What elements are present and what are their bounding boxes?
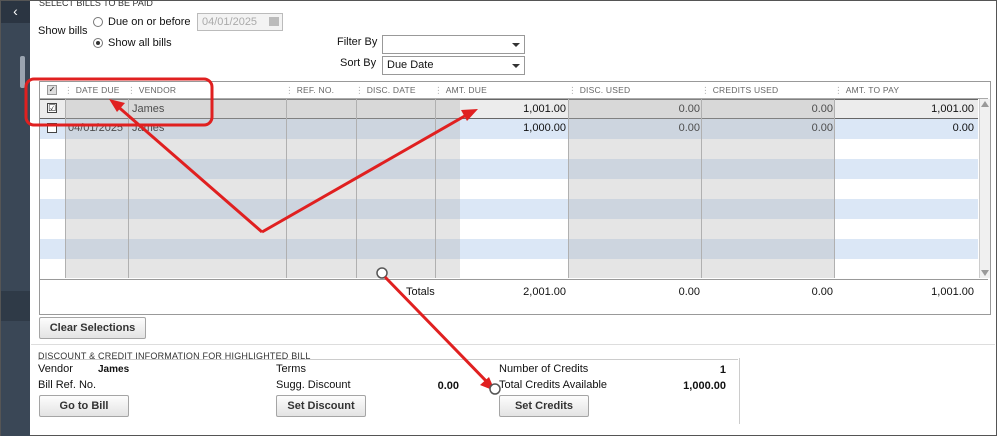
column-divider [435,99,436,278]
go-to-bill-button[interactable]: Go to Bill [39,395,129,417]
left-navigation-panel: ‹ [1,1,30,436]
column-divider [834,99,835,278]
show-bills-label: Show bills [38,25,88,37]
set-discount-button[interactable]: Set Discount [276,395,366,417]
sort-by-select[interactable]: Due Date [382,56,525,75]
total-amt-due: 2,001.00 [523,286,566,298]
due-date-value: 04/01/2025 [202,16,258,28]
total-credits-value: 1,000.00 [683,380,726,392]
scroll-up-icon[interactable] [981,101,989,107]
column-divider [286,99,287,278]
chevron-down-icon [512,43,520,47]
column-divider [701,99,702,278]
due-date-input[interactable]: 04/01/2025 [197,13,283,31]
column-divider [356,99,357,278]
set-credits-button[interactable]: Set Credits [499,395,589,417]
pay-bills-form: SELECT BILLS TO BE PAID Show bills Due o… [31,1,995,435]
total-disc-used: 0.00 [678,286,700,298]
calendar-icon[interactable] [269,17,279,26]
section-header-cut: SELECT BILLS TO BE PAID [39,1,153,7]
grid-header: ✓ ⋮ DATE DUE ⋮ VENDOR ⋮ REF. NO. ⋮ DISC. DAT… [40,82,988,99]
chevron-down-icon [512,64,520,68]
readonly-columns-shade [65,99,460,278]
totals-row: Totals 2,001.00 0.00 0.00 1,001.00 [40,279,988,314]
column-divider [568,99,569,278]
radio-due-on-or-before[interactable] [93,17,103,27]
sort-by-label: Sort By [340,57,377,69]
col-disc-date[interactable]: ⋮ DISC. DATE [355,85,416,96]
total-credits-label: Total Credits Available [499,379,608,391]
show-all-bills-label: Show all bills [108,37,172,49]
terms-label: Terms [276,363,306,375]
filter-by-label: Filter By [337,36,378,48]
row-checkbox[interactable]: ☑ [47,103,57,113]
filter-by-select[interactable] [382,35,525,54]
total-amt-to-pay: 1,001.00 [931,286,974,298]
bill-ref-label: Bill Ref. No. [38,379,97,391]
total-credits-used: 0.00 [811,286,833,298]
bills-grid: ✓ ⋮ DATE DUE ⋮ VENDOR ⋮ REF. NO. ⋮ DISC. DAT… [39,81,991,315]
sugg-discount-label: Sugg. Discount [276,379,351,391]
panel-band [1,291,30,321]
col-credits-used[interactable]: ⋮ CREDITS USED [701,85,778,96]
col-vendor[interactable]: ⋮ VENDOR [127,85,176,96]
number-of-credits-label: Number of Credits [499,363,589,375]
row-checkbox[interactable] [47,123,57,133]
col-ref-no[interactable]: ⋮ REF. NO. [285,85,334,96]
radio-show-all-bills[interactable] [93,38,103,48]
col-date-due[interactable]: ⋮ DATE DUE [64,85,120,96]
section-separator [31,344,995,345]
col-disc-used[interactable]: ⋮ DISC. USED [568,85,630,96]
sort-by-value: Due Date [387,59,434,71]
totals-label: Totals [406,286,435,298]
panel-scrollbar-thumb[interactable] [20,56,25,88]
cell-amt-to-pay[interactable]: 1,001.00 [836,103,974,115]
sugg-discount-value: 0.00 [437,380,459,392]
column-divider [128,99,129,278]
back-chevron-icon[interactable]: ‹ [1,1,30,23]
number-of-credits-value: 1 [719,364,726,376]
select-all-checkbox[interactable]: ✓ [47,85,57,95]
discount-credit-box [38,358,740,424]
due-on-or-before-label: Due on or before [108,16,191,28]
col-amt-to-pay[interactable]: ⋮ AMT. TO PAY [834,85,899,96]
column-divider [65,99,66,278]
vendor-value: James [98,364,130,375]
cell-amt-to-pay[interactable]: 0.00 [836,122,974,134]
col-amt-due[interactable]: ⋮ AMT. DUE [434,85,487,96]
scroll-down-icon[interactable] [981,270,989,276]
grid-scrollbar[interactable] [979,99,990,278]
vendor-label: Vendor [38,363,73,375]
clear-selections-button[interactable]: Clear Selections [39,317,146,339]
